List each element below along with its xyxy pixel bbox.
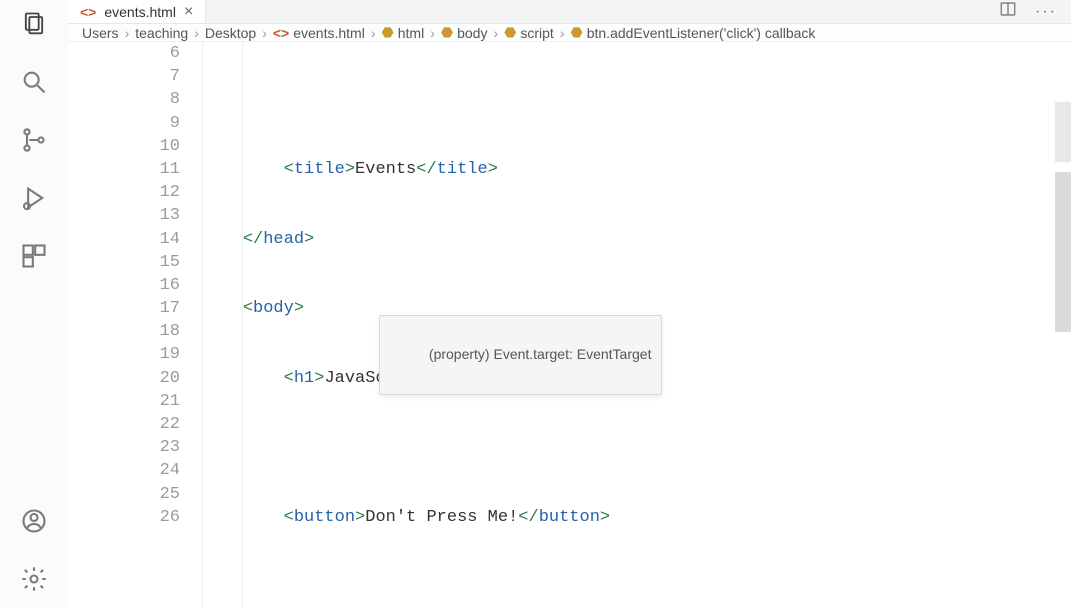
line-number: 16: [68, 274, 180, 297]
app-root: <> events.html × ··· Users › teaching › …: [0, 0, 1071, 607]
breadcrumbs[interactable]: Users › teaching › Desktop › <> events.h…: [68, 24, 1071, 42]
activity-bar: [0, 0, 68, 607]
symbol-icon: ⬣: [382, 24, 394, 41]
code-line: </head>: [202, 228, 1071, 251]
account-icon[interactable]: [20, 507, 48, 535]
hover-tooltip: (property) Event.target: EventTarget: [379, 315, 662, 395]
line-number: 20: [68, 367, 180, 390]
code-line: [202, 436, 1071, 459]
line-number: 18: [68, 320, 180, 343]
tab-bar: <> events.html × ···: [68, 0, 1071, 24]
chevron-right-icon: ›: [125, 25, 130, 41]
line-number: 23: [68, 436, 180, 459]
line-number: 14: [68, 228, 180, 251]
line-number: 12: [68, 181, 180, 204]
crumb-symbol-body: ⬣ body: [441, 24, 488, 41]
line-number: 11: [68, 158, 180, 181]
line-number: 17: [68, 297, 180, 320]
symbol-icon: ⬣: [570, 24, 582, 41]
chevron-right-icon: ›: [262, 25, 267, 41]
line-number: 21: [68, 390, 180, 413]
chevron-right-icon: ›: [194, 25, 199, 41]
line-number: 10: [68, 135, 180, 158]
minimap-slider[interactable]: [1055, 102, 1071, 162]
crumb-symbol-html: ⬣ html: [382, 24, 425, 41]
editor-main: <> events.html × ··· Users › teaching › …: [68, 0, 1071, 607]
chevron-right-icon: ›: [560, 25, 565, 41]
chevron-right-icon: ›: [371, 25, 376, 41]
tab-filename: events.html: [104, 4, 176, 20]
symbol-icon: ⬣: [504, 24, 516, 41]
close-tab-icon[interactable]: ×: [184, 3, 193, 21]
line-number: 26: [68, 506, 180, 529]
extensions-icon[interactable]: [20, 242, 48, 270]
more-actions-icon[interactable]: ···: [1035, 3, 1057, 21]
html-file-icon: <>: [273, 25, 289, 41]
line-number: 8: [68, 88, 180, 111]
crumb-users: Users: [82, 25, 119, 41]
symbol-icon: ⬣: [441, 24, 453, 41]
chevron-right-icon: ›: [430, 25, 435, 41]
chevron-right-icon: ›: [493, 25, 498, 41]
line-gutter: 67891011121314151617181920212223242526: [68, 42, 202, 607]
settings-gear-icon[interactable]: [20, 565, 48, 593]
crumb-symbol-script: ⬣ script: [504, 24, 554, 41]
code-area[interactable]: <title>Events</title> </head> <body> <h1…: [202, 42, 1071, 607]
code-line: [202, 576, 1071, 599]
run-debug-icon[interactable]: [20, 184, 48, 212]
source-control-icon[interactable]: [20, 126, 48, 154]
scrollbar-thumb[interactable]: [1055, 172, 1071, 332]
split-editor-icon[interactable]: [999, 0, 1017, 23]
line-number: 6: [68, 42, 180, 65]
line-number: 22: [68, 413, 180, 436]
code-line: <button>Don't Press Me!</button>: [202, 506, 1071, 529]
html-file-icon: <>: [80, 4, 96, 20]
line-number: 15: [68, 251, 180, 274]
search-icon[interactable]: [20, 68, 48, 96]
crumb-file: <> events.html: [273, 25, 365, 41]
line-number: 25: [68, 483, 180, 506]
tab-events-html[interactable]: <> events.html ×: [68, 0, 206, 23]
line-number: 19: [68, 343, 180, 366]
code-line: <title>Events</title>: [202, 158, 1071, 181]
line-number: 7: [68, 65, 180, 88]
line-number: 13: [68, 204, 180, 227]
crumb-symbol-callback: ⬣ btn.addEventListener('click') callback: [570, 24, 815, 41]
crumb-desktop: Desktop: [205, 25, 256, 41]
line-number: 24: [68, 459, 180, 482]
line-number: 9: [68, 112, 180, 135]
crumb-teaching: teaching: [135, 25, 188, 41]
code-editor[interactable]: 67891011121314151617181920212223242526 <…: [68, 42, 1071, 607]
explorer-icon[interactable]: [20, 10, 48, 38]
tab-actions: ···: [999, 0, 1071, 23]
